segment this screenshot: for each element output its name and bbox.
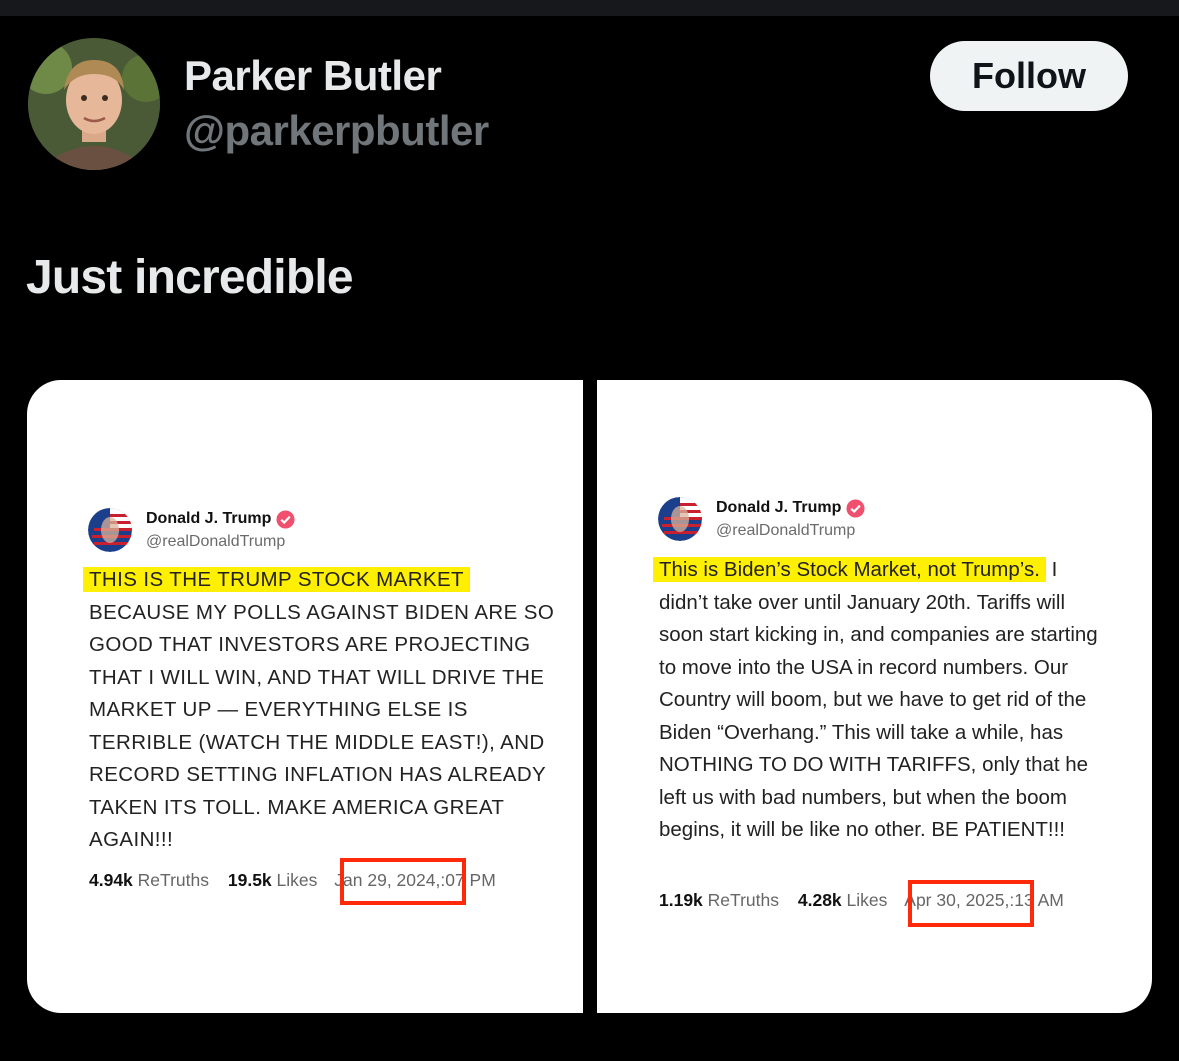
likes-label: Likes [276, 870, 318, 890]
author-handle[interactable]: @parkerpbutler [184, 107, 489, 155]
card-header: Donald J. Trump @realDonaldTrump [658, 497, 865, 541]
card-name: Donald J. Trump [146, 509, 295, 529]
author-name[interactable]: Parker Butler [184, 52, 442, 100]
card-body-text: This is Biden’s Stock Market, not Trump’… [653, 554, 1099, 847]
date-highlight-box [908, 880, 1034, 927]
retruths-label: ReTruths [707, 890, 779, 910]
card-body-text: THIS IS THE TRUMP STOCK MARKET BECAUSE M… [83, 564, 559, 857]
card-handle: @realDonaldTrump [716, 521, 856, 539]
likes-count: 19.5k [227, 870, 272, 890]
card-avatar [88, 508, 132, 552]
card-handle: @realDonaldTrump [146, 532, 286, 550]
card-header: Donald J. Trump @realDonaldTrump [88, 508, 295, 552]
likes-label: Likes [846, 890, 888, 910]
likes-count: 4.28k [797, 890, 842, 910]
follow-button[interactable]: Follow [930, 41, 1128, 111]
verified-badge-icon [846, 498, 865, 518]
verified-badge-icon [276, 509, 295, 529]
highlighted-text: THIS IS THE TRUMP STOCK MARKET [83, 567, 470, 592]
retruths-label: ReTruths [137, 870, 209, 890]
card-avatar [658, 497, 702, 541]
author-photo [28, 38, 160, 170]
card-name: Donald J. Trump [716, 498, 865, 518]
retruths-count: 1.19k [659, 890, 703, 910]
date-highlight-box [340, 858, 466, 905]
media-grid[interactable]: Donald J. Trump @realDonaldTrump THIS IS… [27, 380, 1152, 1013]
retruths-count: 4.94k [89, 870, 133, 890]
media-image-left[interactable]: Donald J. Trump @realDonaldTrump THIS IS… [27, 380, 583, 1013]
top-strip [0, 0, 1179, 16]
media-image-right[interactable]: Donald J. Trump @realDonaldTrump This is… [597, 380, 1152, 1013]
body-text: I didn’t take over until January 20th. T… [659, 558, 1098, 841]
post-text: Just incredible [26, 251, 354, 304]
highlighted-text: This is Biden’s Stock Market, not Trump’… [653, 557, 1046, 582]
author-avatar[interactable] [28, 38, 160, 170]
body-text: BECAUSE MY POLLS AGAINST BIDEN ARE SO GO… [89, 600, 555, 852]
